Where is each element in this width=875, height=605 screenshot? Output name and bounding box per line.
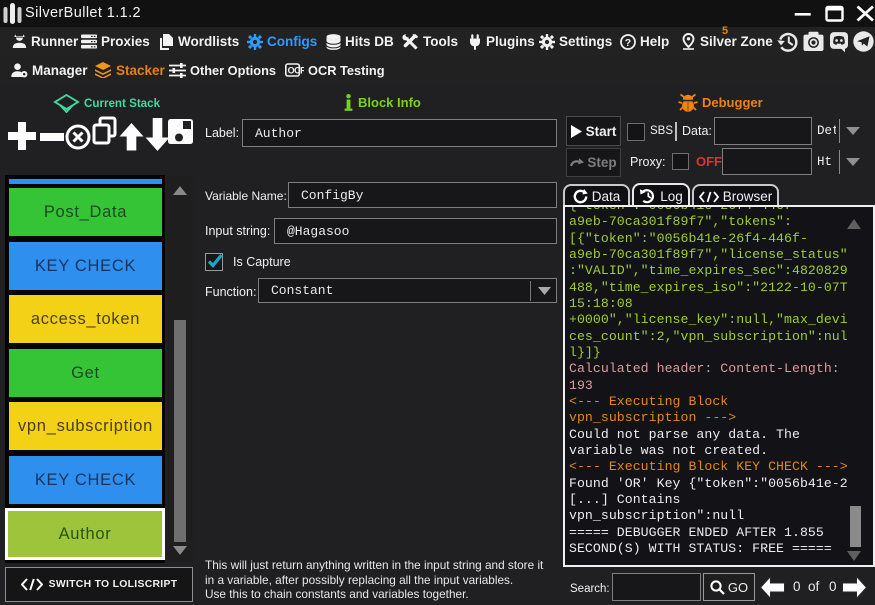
svg-text:OCR: OCR [288, 66, 304, 76]
svg-text:?: ? [625, 36, 631, 48]
